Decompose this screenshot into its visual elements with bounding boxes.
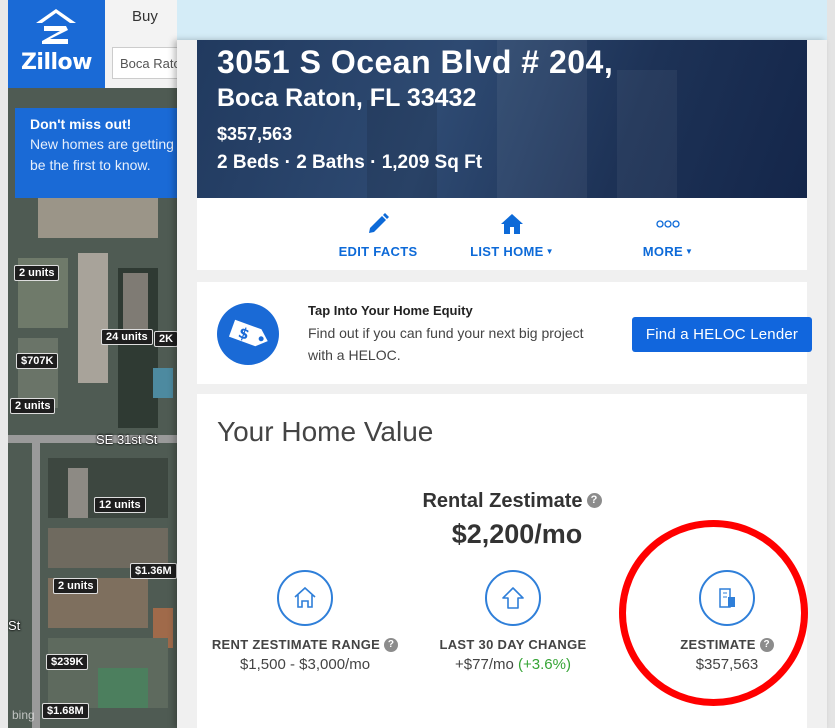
street-label: SE 31st St [96, 432, 158, 447]
rental-zestimate-text: Rental Zestimate [422, 490, 583, 512]
logo-text: Zillow [20, 50, 93, 75]
property-address-line1: 3051 S Ocean Blvd # 204, [217, 44, 614, 80]
edit-facts-button[interactable]: EDIT FACTS [313, 210, 443, 259]
rent-range-stat: RENT ZESTIMATE RANGE? $1,500 - $3,000/mo [205, 570, 405, 673]
last-30-day-change-stat: LAST 30 DAY CHANGE +$77/mo (+3.6%) [413, 570, 613, 673]
map-price-label[interactable]: 2 units [53, 578, 99, 594]
promo-banner[interactable]: Don't miss out! New homes are getting li… [15, 108, 177, 198]
last-30-day-change-value: +$77/mo [455, 656, 514, 673]
map-price-label[interactable]: 2 units [14, 265, 60, 281]
map-attribution: bing [12, 708, 35, 722]
heloc-title: Tap Into Your Home Equity [308, 303, 473, 318]
house-icon [501, 214, 523, 234]
edit-facts-label: EDIT FACTS [338, 244, 418, 259]
top-banner [177, 0, 827, 40]
nav-buy-link[interactable]: Buy [132, 8, 158, 25]
find-heloc-lender-button[interactable]: Find a HELOC Lender [632, 317, 812, 352]
map-price-label[interactable]: 2 units [10, 398, 56, 414]
map-price-label[interactable]: $239K [46, 654, 89, 670]
top-nav: Buy Boca Raton, FL [105, 0, 178, 88]
annotation-circle [619, 520, 808, 706]
rent-range-value: $1,500 - $3,000/mo [239, 656, 371, 673]
map-view[interactable]: Don't miss out! New homes are getting li… [8, 88, 177, 728]
rental-zestimate-label: Rental Zestimate? [197, 490, 807, 513]
heloc-body: Find out if you can fund your next big p… [308, 325, 584, 363]
heloc-card: $ Tap Into Your Home Equity Find out if … [197, 282, 812, 384]
property-hero: 3051 S Ocean Blvd # 204, Boca Raton, FL … [197, 40, 807, 198]
map-price-label[interactable]: 24 units [101, 329, 153, 345]
map-price-label[interactable]: $707K [16, 353, 59, 369]
house-outline-icon [277, 570, 333, 626]
price-tag-icon: $ [217, 303, 279, 365]
zillow-logo-icon [36, 9, 76, 44]
action-bar: EDIT FACTS LIST HOME ▼ MORE ▼ [197, 198, 807, 270]
change-percent: (+3.6%) [518, 656, 571, 673]
list-home-button[interactable]: LIST HOME ▼ [447, 210, 577, 259]
last-30-day-change-label: LAST 30 DAY CHANGE [439, 637, 587, 652]
pencil-icon [369, 213, 389, 233]
map-price-label[interactable]: $1.36M [130, 563, 177, 579]
more-label: MORE [642, 244, 683, 259]
map-price-label[interactable]: $1.68M [42, 703, 89, 719]
property-address-line2: Boca Raton, FL 33432 [217, 84, 477, 112]
zillow-logo[interactable]: Zillow [8, 0, 105, 88]
dots-icon [656, 220, 680, 228]
search-input[interactable]: Boca Raton, FL [112, 47, 178, 79]
promo-line: be the first to know. [30, 157, 151, 173]
chevron-down-icon: ▼ [545, 247, 554, 256]
more-button[interactable]: MORE ▼ [603, 210, 733, 259]
chevron-down-icon: ▼ [684, 247, 694, 256]
promo-line: New homes are getting listed! [30, 136, 177, 152]
property-price: $357,563 [217, 124, 293, 144]
help-icon[interactable]: ? [586, 493, 602, 508]
street-label: St [8, 618, 21, 633]
app-window: Zillow Buy Boca Raton, FL Don't miss out… [0, 0, 835, 728]
promo-title: Don't miss out! [30, 116, 132, 132]
arrow-up-icon [485, 570, 541, 626]
left-edge [0, 0, 8, 728]
list-home-label: LIST HOME [470, 244, 544, 259]
property-facts: 2 Beds · 2 Baths · 1,209 Sq Ft [217, 152, 483, 173]
map-price-label[interactable]: 12 units [94, 497, 146, 513]
home-value-title: Your Home Value [217, 416, 434, 447]
rent-range-label: RENT ZESTIMATE RANGE [211, 637, 381, 652]
help-icon[interactable]: ? [384, 638, 399, 652]
right-edge [827, 0, 835, 728]
map-price-label[interactable]: 2K [154, 331, 177, 347]
